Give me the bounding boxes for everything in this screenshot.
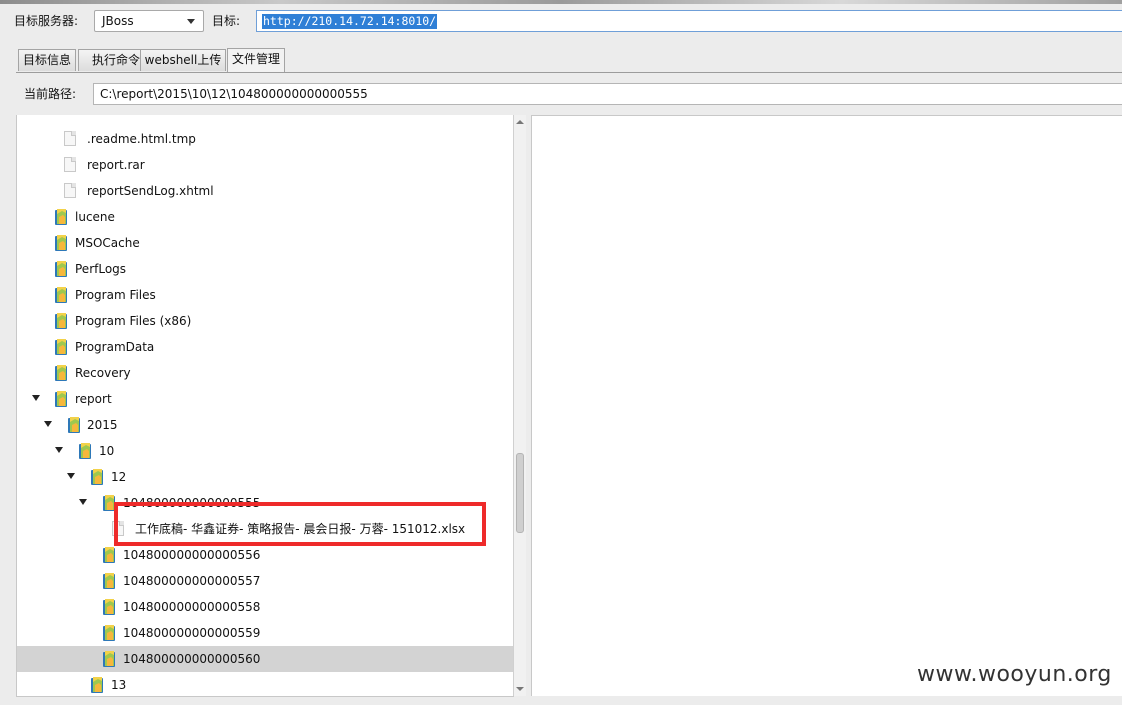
folder-icon <box>54 390 69 408</box>
tree-folder-item[interactable]: 12 <box>17 464 514 490</box>
folder-icon <box>102 598 117 616</box>
tree-folder-item[interactable]: lucene <box>17 204 514 230</box>
tree-scrollbar[interactable] <box>513 115 526 696</box>
expand-toggle-icon[interactable] <box>67 473 75 479</box>
tab-bar: 目标信息 执行命令 webshell上传 文件管理 <box>16 44 1122 73</box>
tree-item-label: 2015 <box>87 418 118 432</box>
server-select-value: JBoss <box>102 14 134 28</box>
tree-folder-item[interactable]: ProgramData <box>17 334 514 360</box>
folder-icon <box>54 364 69 382</box>
tree-item-label: 104800000000000557 <box>123 574 261 588</box>
current-path-value: C:\report\2015\10\12\104800000000000555 <box>100 87 368 101</box>
file-icon <box>64 183 76 198</box>
target-url-input[interactable]: http://210.14.72.14:8010/ <box>256 10 1122 32</box>
tree-item-label: 104800000000000556 <box>123 548 261 562</box>
folder-icon <box>54 338 69 356</box>
current-path-field[interactable]: C:\report\2015\10\12\104800000000000555 <box>93 83 1122 105</box>
file-icon <box>64 131 76 146</box>
tree-item-label: report.rar <box>87 158 145 172</box>
folder-icon <box>90 676 105 694</box>
tab-webshell-upload[interactable]: webshell上传 <box>140 49 226 71</box>
watermark: www.wooyun.org <box>917 662 1112 687</box>
file-icon <box>64 157 76 172</box>
folder-icon <box>54 234 69 252</box>
tree-folder-item[interactable]: 10 <box>17 438 514 464</box>
folder-icon <box>102 572 117 590</box>
tree-file-item[interactable]: reportSendLog.xhtml <box>17 178 514 204</box>
tree-item-label: 12 <box>111 470 127 484</box>
tree-item-label: report <box>75 392 112 406</box>
server-label: 目标服务器: <box>14 14 79 28</box>
tree-folder-item[interactable]: Program Files (x86) <box>17 308 514 334</box>
scroll-down-icon[interactable] <box>516 687 524 691</box>
folder-icon <box>54 208 69 226</box>
tab-file-manager[interactable]: 文件管理 <box>227 48 285 72</box>
tree-item-label: Program Files <box>75 288 156 302</box>
tree-item-label: PerfLogs <box>75 262 127 276</box>
file-tree[interactable]: spring.readme.html.tmpreport.rarreportSe… <box>16 115 514 697</box>
folder-icon <box>54 312 69 330</box>
tree-folder-item[interactable]: 2015 <box>17 412 514 438</box>
tree-item-label: 10 <box>99 444 115 458</box>
file-content-panel[interactable] <box>531 115 1122 696</box>
tree-folder-item[interactable]: 104800000000000557 <box>17 568 514 594</box>
folder-icon <box>67 416 82 434</box>
tree-folder-item[interactable]: 104800000000000558 <box>17 594 514 620</box>
tree-item-label: ProgramData <box>75 340 155 354</box>
folder-icon <box>54 260 69 278</box>
tree-folder-item[interactable]: 104800000000000559 <box>17 620 514 646</box>
tree-folder-item[interactable]: MSOCache <box>17 230 514 256</box>
folder-icon <box>90 468 105 486</box>
server-select[interactable]: JBoss <box>94 10 204 32</box>
expand-toggle-icon[interactable] <box>44 421 52 427</box>
tree-file-item[interactable]: .readme.html.tmp <box>17 126 514 152</box>
tree-item-label: 104800000000000559 <box>123 626 261 640</box>
highlight-box <box>114 502 486 546</box>
folder-icon <box>102 650 117 668</box>
scroll-up-icon[interactable] <box>516 120 524 124</box>
tree-folder-item[interactable]: report <box>17 386 514 412</box>
target-label: 目标: <box>212 14 241 28</box>
tree-folder-item[interactable]: 104800000000000560 <box>17 646 514 672</box>
tree-item-label: 104800000000000558 <box>123 600 261 614</box>
tree-folder-item[interactable]: Program Files <box>17 282 514 308</box>
tree-item-label: 104800000000000560 <box>123 652 261 666</box>
tree-item-label: MSOCache <box>75 236 140 250</box>
window-top-strip <box>0 0 1122 4</box>
tree-folder-item[interactable]: PerfLogs <box>17 256 514 282</box>
chevron-down-icon[interactable] <box>187 19 195 24</box>
tree-item-label: Recovery <box>75 366 131 380</box>
folder-icon <box>54 286 69 304</box>
tree-item-label: reportSendLog.xhtml <box>87 184 214 198</box>
tree-folder-item[interactable]: 13 <box>17 672 514 696</box>
target-url-value[interactable]: http://210.14.72.14:8010/ <box>262 14 438 29</box>
expand-toggle-icon[interactable] <box>79 499 87 505</box>
expand-toggle-icon[interactable] <box>32 395 40 401</box>
tree-file-item[interactable]: report.rar <box>17 152 514 178</box>
tree-folder-item[interactable]: Recovery <box>17 360 514 386</box>
scroll-thumb[interactable] <box>516 453 524 533</box>
folder-icon <box>78 442 93 460</box>
tab-target-info[interactable]: 目标信息 <box>18 49 76 71</box>
tree-item-label: .readme.html.tmp <box>87 132 196 146</box>
expand-toggle-icon[interactable] <box>55 447 63 453</box>
tree-item-label: lucene <box>75 210 115 224</box>
tree-item-label: 13 <box>111 678 127 692</box>
current-path-label: 当前路径: <box>24 87 77 101</box>
tree-item-label: Program Files (x86) <box>75 314 192 328</box>
folder-icon <box>102 546 117 564</box>
folder-icon <box>102 624 117 642</box>
